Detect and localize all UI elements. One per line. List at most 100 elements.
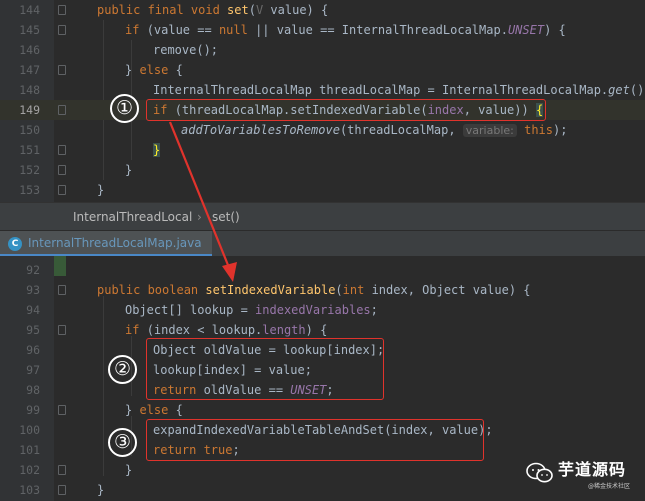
watermark: 芋道源码 @稀金技术社区 (526, 458, 642, 498)
keyword: else (139, 403, 169, 417)
line-number: 149 (19, 103, 40, 117)
code-line[interactable]: 144 public final void set(V value) { (0, 0, 645, 20)
line-number: 152 (19, 163, 40, 177)
watermark-subtitle: @稀金技术社区 (588, 483, 631, 490)
step1-badge: ① (110, 94, 139, 123)
code-text: { (168, 403, 183, 417)
fold-marker-icon[interactable] (58, 165, 66, 175)
breadcrumb-separator-icon: › (197, 210, 202, 224)
line-number: 99 (26, 403, 40, 417)
line-number: 94 (26, 303, 40, 317)
code-text: } (97, 483, 105, 497)
code-text: } (125, 463, 133, 477)
step2-badge: ② (108, 355, 137, 384)
line-number: 146 (19, 43, 40, 57)
field: indexedVariables (255, 303, 371, 317)
fold-marker-icon[interactable] (58, 465, 66, 475)
line-number: 147 (19, 63, 40, 77)
code-text: || value == InternalThreadLocalMap. (247, 23, 508, 37)
watermark-title: 芋道源码 (558, 460, 627, 479)
tab-label: InternalThreadLocalMap.java (28, 236, 202, 250)
code-text: ; (370, 303, 378, 317)
code-text: ); (553, 123, 568, 137)
line-number: 153 (19, 183, 40, 197)
code-line[interactable]: 145 if (value == null || value == Intern… (0, 20, 645, 40)
class-icon: C (8, 237, 22, 251)
line-number: 97 (26, 363, 40, 377)
fold-marker-icon[interactable] (58, 145, 66, 155)
highlight-box-step1 (146, 99, 546, 121)
keyword: if (125, 323, 147, 337)
breadcrumb: InternalThreadLocal › set() (0, 202, 645, 230)
line-number: 102 (19, 463, 40, 477)
constant: UNSET (507, 23, 545, 37)
code-text: (index < lookup. (146, 323, 263, 337)
keyword: null (218, 23, 248, 37)
method-name: setIndexedVariable (205, 283, 336, 297)
code-text: } (125, 403, 140, 417)
line-number: 101 (19, 443, 40, 457)
fold-marker-icon[interactable] (58, 325, 66, 335)
keyword: int (342, 283, 365, 297)
parameter-hint: variable: (462, 124, 517, 137)
code-line[interactable]: 99 } else { (0, 400, 645, 420)
code-text: Object[] lookup = (125, 303, 256, 317)
fold-marker-icon[interactable] (58, 105, 66, 115)
editor-tab-bar: C InternalThreadLocalMap.java (0, 230, 645, 257)
code-line[interactable]: 95 if (index < lookup.length) { (0, 320, 645, 340)
fold-marker-icon[interactable] (58, 405, 66, 415)
code-line[interactable]: 152 } (0, 160, 645, 180)
fold-marker-icon[interactable] (58, 25, 66, 35)
breadcrumb-method[interactable]: set() (212, 203, 240, 231)
code-line[interactable]: 93 public boolean setIndexedVariable(int… (0, 280, 645, 300)
code-text: (value == (146, 23, 219, 37)
fold-marker-icon[interactable] (58, 5, 66, 15)
line-number: 95 (26, 323, 40, 337)
code-text: } (125, 163, 133, 177)
breadcrumb-class[interactable]: InternalThreadLocal (73, 203, 192, 231)
code-line[interactable]: 147 } else { (0, 60, 645, 80)
fold-marker-icon[interactable] (58, 285, 66, 295)
keyword: public boolean (97, 283, 206, 297)
line-number: 93 (26, 283, 40, 297)
code-line[interactable]: 148 InternalThreadLocalMap threadLocalMa… (0, 80, 645, 100)
highlight-box-step2 (146, 338, 384, 400)
code-line[interactable]: 150 addToVariablesToRemove(threadLocalMa… (0, 120, 645, 140)
field: length (262, 323, 306, 337)
line-number: 96 (26, 343, 40, 357)
line-number: 98 (26, 383, 40, 397)
code-text: InternalThreadLocalMap threadLocalMap = … (153, 83, 609, 97)
fold-marker-icon[interactable] (58, 185, 66, 195)
matched-brace: } (153, 143, 161, 157)
fold-marker-icon[interactable] (58, 485, 66, 495)
line-number: 148 (19, 83, 40, 97)
code-text: ( (248, 3, 256, 17)
keyword: else (139, 63, 169, 77)
code-line[interactable]: 94 Object[] lookup = indexedVariables; (0, 300, 645, 320)
step3-badge: ③ (108, 428, 137, 457)
code-line[interactable]: 92 (0, 260, 645, 280)
code-text: (); (629, 83, 645, 97)
code-text: value) { (263, 3, 329, 17)
line-number: 103 (19, 483, 40, 497)
code-text: ) { (544, 23, 566, 37)
tab-internalthreadlocalmap[interactable]: C InternalThreadLocalMap.java (0, 231, 212, 257)
code-line[interactable]: 151 } (0, 140, 645, 160)
code-text: index, Object value) { (364, 283, 531, 297)
code-text: remove(); (153, 43, 219, 57)
line-number: 145 (19, 23, 40, 37)
line-number: 150 (19, 123, 40, 137)
line-number: 92 (26, 263, 40, 277)
code-text: ( (335, 283, 343, 297)
wechat-icon (526, 462, 553, 483)
code-line[interactable]: 153 } (0, 180, 645, 200)
keyword: this (516, 123, 553, 137)
line-number: 100 (19, 423, 40, 437)
keyword: if (125, 23, 147, 37)
code-text: (threadLocalMap, (339, 123, 463, 137)
code-line[interactable]: 146 remove(); (0, 40, 645, 60)
fold-marker-icon[interactable] (58, 65, 66, 75)
highlight-box-step3 (146, 419, 484, 461)
code-text: { (168, 63, 183, 77)
line-number: 151 (19, 143, 40, 157)
